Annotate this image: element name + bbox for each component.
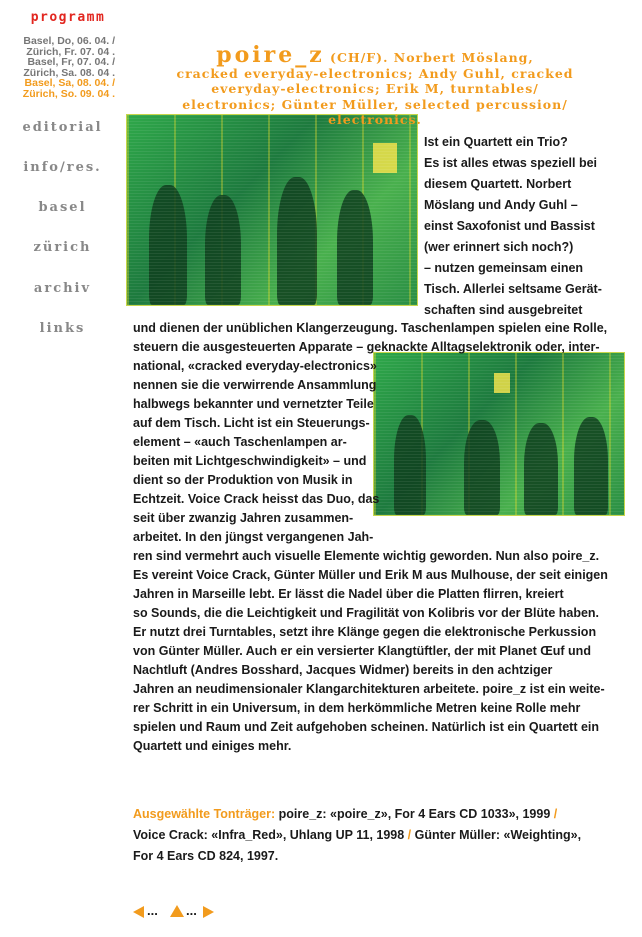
pager-dots: ...: [147, 903, 158, 918]
article-line: von Günter Müller. Auch er ein versierte…: [133, 644, 591, 658]
band-photo-top: [126, 114, 418, 306]
article-line: Nachtluft (Andres Bosshard, Jacques Widm…: [133, 663, 553, 677]
title-line-4: electronics.: [328, 112, 422, 127]
title-line-0: (CH/F). Norbert Möslang,: [324, 50, 534, 65]
article-line: diesem Quartett. Norbert: [424, 177, 572, 191]
menu-item-archiv[interactable]: archiv: [0, 281, 125, 296]
date-link-basel-thu[interactable]: Basel, Do, 06. 04. /: [0, 36, 115, 47]
article-line: nennen sie die verwirrende Ansammlung: [133, 378, 377, 392]
arrow-right-icon[interactable]: [203, 906, 214, 918]
article-line: arbeitet. In den jüngst vergangenen Jah-: [133, 530, 374, 544]
article-line: halbwegs bekannter und vernetzter Teile: [133, 397, 374, 411]
article-line: national, «cracked everyday-electronics»: [133, 359, 377, 373]
date-link-basel-fri[interactable]: Basel, Fr, 07. 04. /: [0, 57, 115, 68]
article-line: einst Saxofonist und Bassist: [424, 219, 595, 233]
arrow-up-icon[interactable]: [170, 905, 184, 917]
article-line: seit über zwanzig Jahren zusammen-: [133, 511, 354, 525]
recording-poire-z: poire_z: «poire_z», For 4 Ears CD 1033»,…: [275, 807, 554, 821]
menu-item-basel[interactable]: basel: [0, 200, 125, 215]
article-line: ren sind vermehrt auch visuelle Elemente…: [133, 549, 600, 563]
concert-title: poire_z (CH/F). Norbert Möslang, cracked…: [145, 44, 605, 128]
article-line: element – «auch Taschenlampen ar-: [133, 435, 347, 449]
date-link-basel-sat[interactable]: Basel, Sa, 08. 04. /: [0, 78, 115, 89]
recording-guenter-mueller-cont: For 4 Ears CD 824, 1997.: [133, 849, 279, 863]
menu-item-editorial[interactable]: editorial: [0, 120, 125, 135]
arrow-left-icon[interactable]: [133, 906, 144, 918]
band-name: poire_z: [216, 42, 325, 68]
recordings-label: Ausgewählte Tonträger:: [133, 807, 276, 821]
menu-item-info[interactable]: info/res.: [0, 160, 125, 175]
article-line: Es vereint Voice Crack, Günter Müller un…: [133, 568, 608, 582]
article-line: Tisch. Allerlei seltsame Gerät-: [424, 282, 602, 296]
title-line-2: everyday-electronics; Erik M, turntables…: [211, 81, 539, 96]
article-line: Echtzeit. Voice Crack heisst das Duo, da…: [133, 492, 380, 506]
article-line: Ist ein Quartett ein Trio?: [424, 135, 568, 149]
recording-voice-crack: Voice Crack: «Infra_Red», Uhlang UP 11, …: [133, 828, 408, 842]
article-line: rer Schritt in ein Universum, in dem her…: [133, 701, 581, 715]
article-line: beiten mit Lichtgeschwindigkeit» – und: [133, 454, 367, 468]
article-line: (wer erinnert sich noch?): [424, 240, 574, 254]
menu-item-links[interactable]: links: [0, 321, 125, 336]
article-line: Er nutzt drei Turntables, setzt ihre Klä…: [133, 625, 597, 639]
article-line: Möslang und Andy Guhl –: [424, 198, 578, 212]
article-line: steuern die ausgesteuerten Apparate – ge…: [133, 340, 600, 354]
article-line: dient so der Produktion von Musik in: [133, 473, 353, 487]
title-line-3: electronics; Günter Müller, selected per…: [182, 96, 568, 112]
article-line: Quartett und einiges mehr.: [133, 739, 292, 753]
article-line: – nutzen gemeinsam einen: [424, 261, 584, 275]
date-link-zurich-sun[interactable]: Zürich, So. 09. 04 .: [0, 88, 115, 100]
article-line: auf dem Tisch. Licht ist ein Steuerungs-: [133, 416, 370, 430]
article-line: Es ist alles etwas speziell bei: [424, 156, 598, 170]
menu-item-zurich[interactable]: zürich: [0, 240, 125, 255]
pager-dots: ...: [186, 903, 197, 918]
band-photo-bottom: [373, 352, 625, 516]
article-line: Jahren an neudimensionaler Klangarchitek…: [133, 682, 605, 696]
title-line-1: cracked everyday-electronics; Andy Guhl,…: [176, 65, 574, 81]
article-line: so Sounds, die die Leichtigkeit und Frag…: [133, 606, 600, 620]
article-line: schaften sind ausgebreitet: [424, 303, 583, 317]
article-line: Jahren in Marseille lebt. Er lässt die N…: [133, 587, 564, 601]
nav-title-programm[interactable]: programm: [18, 10, 118, 25]
separator: /: [553, 807, 558, 821]
recording-guenter-mueller: Günter Müller: «Weighting»,: [411, 828, 582, 842]
selected-recordings: Ausgewählte Tonträger: poire_z: «poire_z…: [133, 804, 603, 867]
article-line: spielen und Raum und Zeit aufgehoben sch…: [133, 720, 600, 734]
article-line: und dienen der unüblichen Klangerzeugung…: [133, 321, 608, 335]
event-dates: Basel, Do, 06. 04. / Zürich, Fr. 07. 04 …: [0, 36, 115, 99]
